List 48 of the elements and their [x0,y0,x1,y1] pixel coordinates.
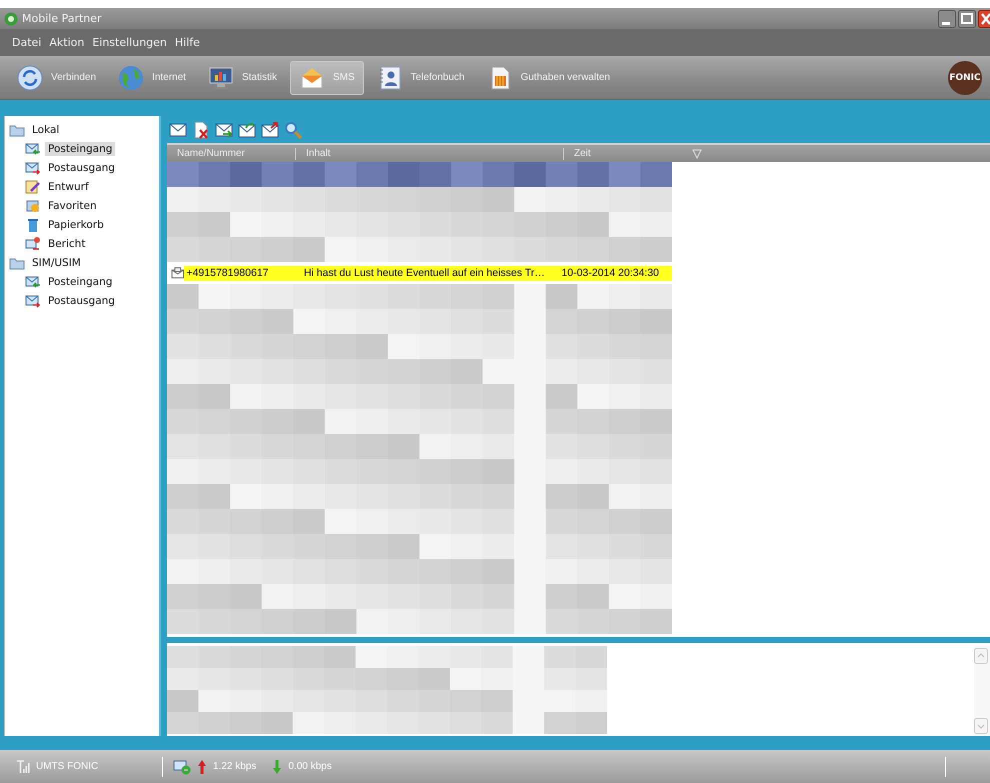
pencil-icon [25,178,41,194]
table-cell: Hi hast du Lust heute Eventuell auf ein heisses Tr… [300,266,556,280]
trash-icon [25,216,41,232]
tree-item[interactable]: SIM/USIM [29,256,84,270]
upload-arrow-icon [197,758,207,774]
menu-item[interactable]: Einstellungen [92,36,167,49]
window-title: Mobile Partner [22,12,102,25]
minimize-icon[interactable] [938,10,956,28]
folder-icon [25,198,41,214]
tree-item[interactable]: Entwurf [45,180,92,194]
tree-item[interactable]: Lokal [29,122,62,136]
menu-item[interactable]: Hilfe [174,36,200,49]
toolbar-button[interactable]: Telefonbuch [368,60,474,94]
search-icon[interactable] [284,120,302,138]
toolbar-button[interactable]: Statistik [198,60,286,94]
download-rate: 0.00 kbps [288,761,332,772]
tree-item[interactable]: Posteingang [45,142,116,156]
upload-rate: 1.22 kbps [213,761,256,772]
column-header[interactable]: Name/Nummer [167,148,296,160]
delete-icon[interactable] [192,120,210,138]
refresh-icon [17,64,43,90]
column-header[interactable]: Zeit [564,148,684,160]
connection-icon [173,758,191,774]
table-row[interactable]: +4915781980617 Hi hast du Lust heute Eventuell auf ein heisses Tr… 10-03-2014 20:34:30 [167,262,672,284]
tree-item[interactable]: Postausgang [45,160,118,174]
column-header[interactable]: Inhalt [296,148,564,160]
download-arrow-icon [272,758,282,774]
tree-item[interactable]: Bericht [45,236,88,250]
toolbar-button[interactable]: Verbinden [8,60,106,94]
menu-item[interactable]: Aktion [49,36,84,49]
tree-item[interactable]: Posteingang [45,274,116,288]
close-icon[interactable] [978,10,990,28]
table-cell: 10-03-2014 20:34:30 [556,266,672,280]
message-icon [171,267,184,279]
network-label: UMTS FONIC [36,761,100,772]
maximize-icon[interactable] [958,10,976,28]
tree-item[interactable]: Favoriten [45,198,100,212]
menu-item[interactable]: Datei [12,36,42,49]
table-cell: +4915781980617 [184,266,300,280]
signal-icon [16,760,30,774]
logo-badge: FONIC [948,60,982,94]
monitor-icon [208,64,234,90]
app-icon [4,12,18,26]
globe-icon [118,64,144,90]
tree-item[interactable]: Papierkorb [45,218,107,232]
toolbar-button[interactable]: Guthaben verwalten [478,60,620,94]
tree-item[interactable]: Postausgang [45,294,118,308]
toolbar-button[interactable]: Internet [109,60,195,94]
